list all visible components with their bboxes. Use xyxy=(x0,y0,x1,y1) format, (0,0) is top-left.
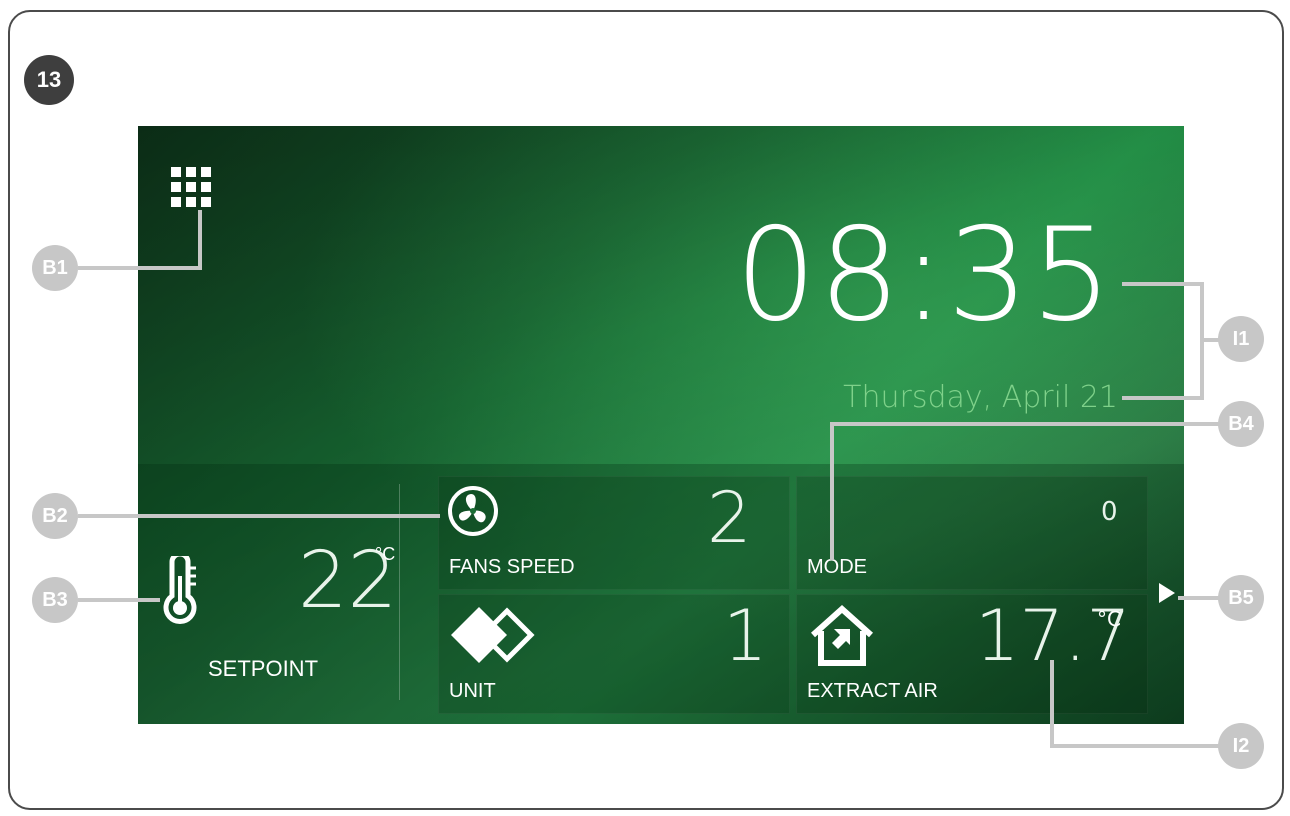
callout-leaders xyxy=(78,210,1224,748)
callout-b4: B4 xyxy=(1218,401,1264,447)
callout-b2: B2 xyxy=(32,493,78,539)
callout-i2: I2 xyxy=(1218,723,1264,769)
callout-i1: I1 xyxy=(1218,316,1264,362)
callout-b3: B3 xyxy=(32,577,78,623)
callout-b1: B1 xyxy=(32,245,78,291)
callout-b5: B5 xyxy=(1218,575,1264,621)
